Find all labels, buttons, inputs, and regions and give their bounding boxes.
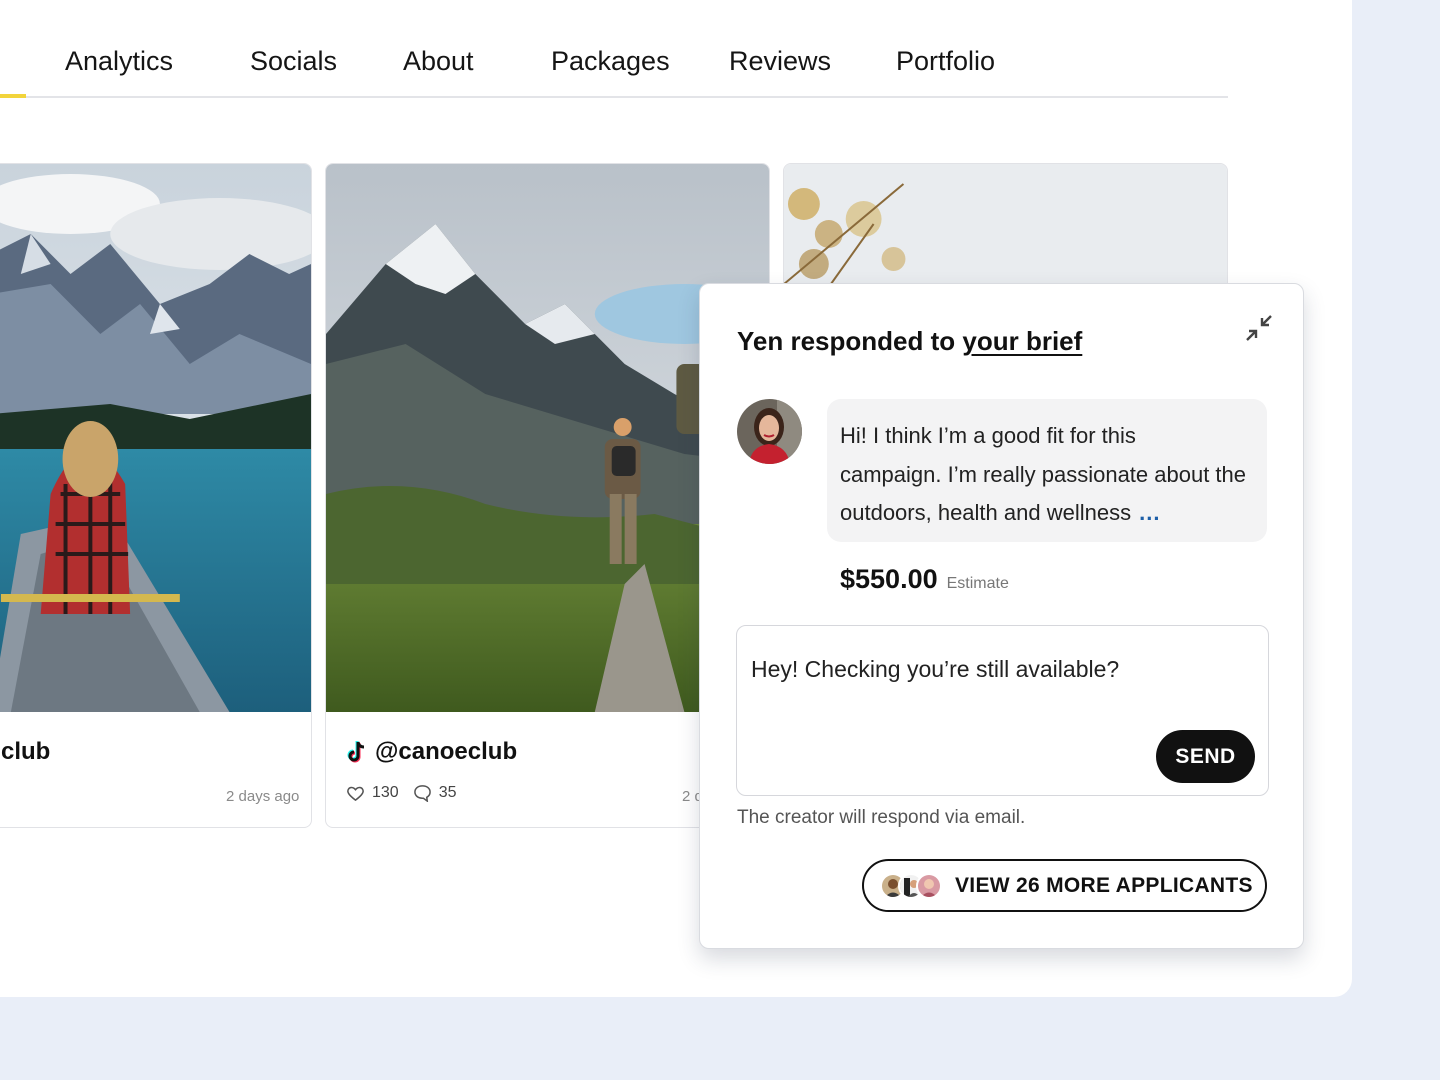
- post-stats: 130 35: [346, 784, 471, 802]
- tab-reviews[interactable]: Reviews: [729, 46, 831, 77]
- tab-analytics[interactable]: Analytics: [65, 46, 173, 77]
- heart-icon: [347, 786, 364, 801]
- price-value: $550.00: [840, 564, 938, 594]
- likes-count: 130: [372, 784, 399, 801]
- your-brief-link[interactable]: your brief: [962, 326, 1082, 356]
- message-line: campaign. I’m really passionate about th…: [840, 461, 1247, 487]
- brief-response-popup: Yen responded to your brief Hi! I think …: [699, 283, 1304, 949]
- collapse-arrows-icon: [1246, 315, 1272, 341]
- response-note: The creator will respond via email.: [737, 807, 1026, 828]
- avatar[interactable]: [737, 399, 802, 464]
- price-label: Estimate: [946, 575, 1009, 592]
- price-estimate: $550.00 Estimate: [840, 564, 1009, 595]
- message-line: outdoors, health and wellness: [840, 500, 1132, 525]
- minimize-button[interactable]: [1243, 312, 1275, 344]
- likes-stat[interactable]: 130: [346, 784, 399, 802]
- comment-icon: [413, 785, 431, 802]
- tab-about[interactable]: About: [403, 46, 474, 77]
- profile-tabs: Analytics Socials About Packages Reviews…: [0, 0, 1228, 98]
- popup-title-text: Yen responded to: [737, 326, 963, 356]
- reply-textarea[interactable]: Hey! Checking you’re still available? SE…: [736, 625, 1269, 796]
- tab-socials[interactable]: Socials: [250, 46, 337, 77]
- post-date: 2 days ago: [226, 788, 300, 805]
- tab-packages[interactable]: Packages: [551, 46, 670, 77]
- message-bubble: Hi! I think I’m a good fit for this camp…: [827, 399, 1267, 542]
- applicant-avatars: [880, 872, 942, 899]
- tiktok-icon: [347, 741, 365, 763]
- avatar: [916, 872, 942, 899]
- post-image-canoe-lake[interactable]: [0, 164, 311, 712]
- view-more-applicants-button[interactable]: VIEW 26 MORE APPLICANTS: [862, 859, 1267, 912]
- message-line: Hi! I think I’m a good fit for this: [840, 423, 1136, 448]
- tab-portfolio[interactable]: Portfolio: [896, 46, 995, 77]
- reply-text[interactable]: Hey! Checking you’re still available?: [751, 656, 1119, 683]
- portfolio-post[interactable]: club 2 days ago: [0, 163, 312, 828]
- expand-message-button[interactable]: ...: [1139, 500, 1160, 525]
- active-tab-indicator: [0, 94, 26, 98]
- view-more-applicants-label: VIEW 26 MORE APPLICANTS: [955, 873, 1253, 897]
- comments-stat[interactable]: 35: [413, 784, 457, 802]
- post-handle[interactable]: @canoeclub: [375, 738, 517, 766]
- send-button[interactable]: SEND: [1156, 730, 1255, 783]
- popup-title: Yen responded to your brief: [737, 326, 1082, 357]
- comments-count: 35: [438, 784, 457, 801]
- post-handle[interactable]: club: [1, 738, 50, 766]
